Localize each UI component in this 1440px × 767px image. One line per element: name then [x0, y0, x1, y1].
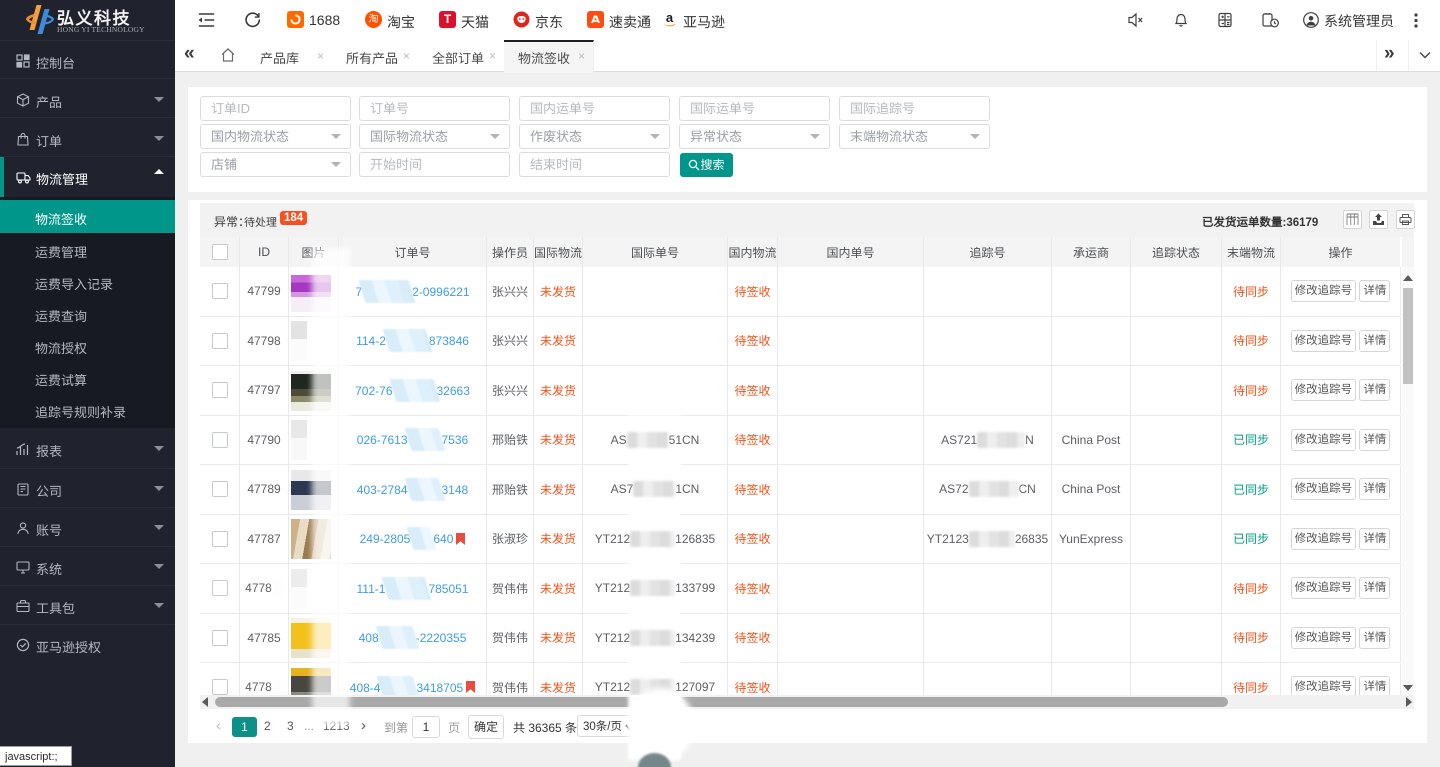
svg-text:a: a — [666, 11, 674, 25]
